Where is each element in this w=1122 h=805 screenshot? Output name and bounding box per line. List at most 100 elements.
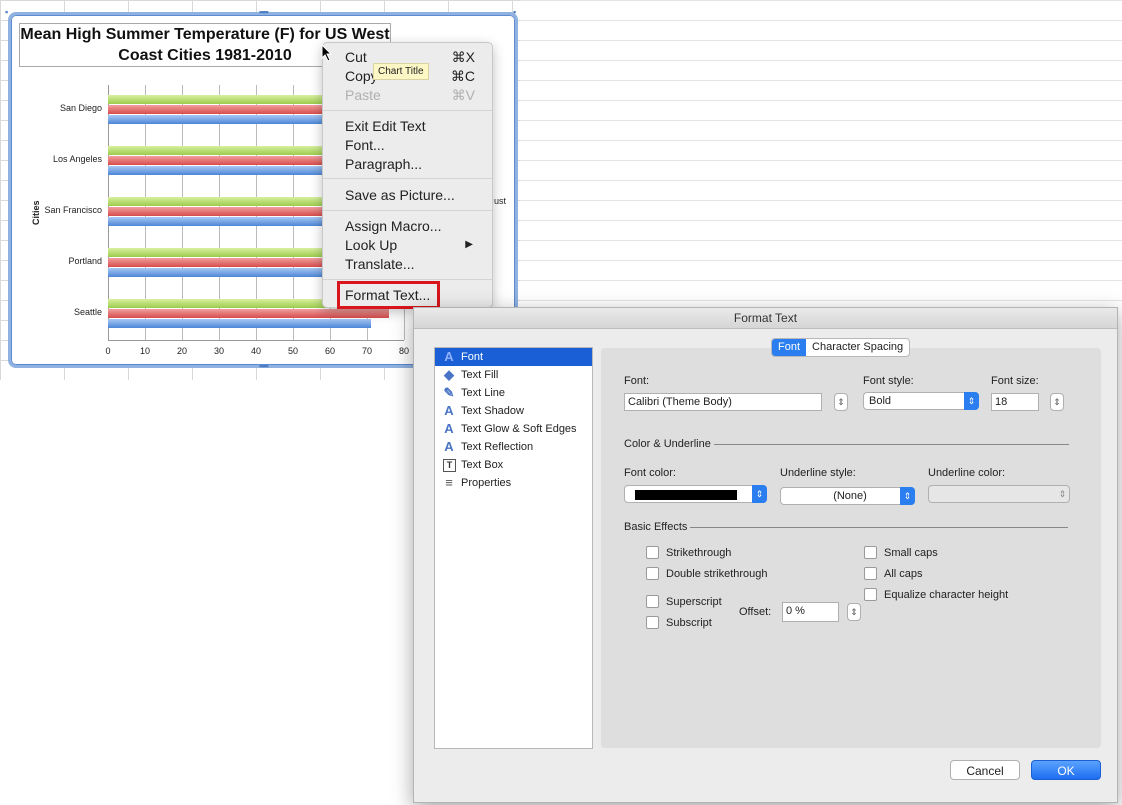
text-shadow-icon: A [444, 403, 454, 418]
bar-green [108, 197, 330, 206]
x-tick-label: 50 [287, 346, 298, 356]
equalize-height-checkbox[interactable]: Equalize character height [864, 588, 1008, 601]
sidebar-list: A Font ◆ Text Fill ✎ Text Line A Text Shadow… [434, 347, 593, 749]
sidebar-item-text-box[interactable]: T Text Box [435, 456, 592, 474]
bar-green [108, 146, 330, 155]
menu-item-save-as-picture[interactable]: Save as Picture... [345, 185, 485, 205]
font-color-select[interactable]: ⇕ [624, 485, 767, 503]
tooltip: Chart Title [373, 63, 429, 80]
bar-red [108, 156, 330, 165]
font-style-select[interactable]: Bold ⇕ [863, 392, 979, 410]
sidebar-item-text-fill[interactable]: ◆ Text Fill [435, 366, 592, 384]
section-divider [713, 443, 1069, 445]
resize-handle-bottom[interactable]: ▪▪▪▪ [259, 362, 269, 371]
menu-item-translate[interactable]: Translate... [345, 254, 485, 274]
menu-item-look-up[interactable]: Look Up ▶ [345, 235, 485, 255]
underline-style-select[interactable]: (None) ⇕ [780, 487, 915, 505]
spreadsheet-grid-right [520, 0, 1122, 305]
paint-bucket-icon: ◆ [444, 367, 454, 382]
category-label: San Francisco [44, 205, 102, 215]
resize-handle-top[interactable]: ▪▪▪▪ [259, 8, 269, 17]
sidebar-item-text-reflection[interactable]: A Text Reflection [435, 438, 592, 456]
mouse-cursor-icon [321, 44, 333, 62]
highlight-annotation-box [337, 281, 440, 309]
underline-color-select: ⇕ [928, 485, 1070, 503]
offset-stepper[interactable]: ⇕ [847, 603, 861, 621]
text-glow-icon: A [444, 421, 454, 436]
small-caps-checkbox[interactable]: Small caps [864, 546, 938, 559]
font-size-stepper[interactable]: ⇕ [1050, 393, 1064, 411]
sidebar-item-text-glow[interactable]: A Text Glow & Soft Edges [435, 420, 592, 438]
font-input[interactable]: Calibri (Theme Body) [624, 393, 822, 411]
category-label: San Diego [59, 103, 102, 113]
bar-blue [108, 166, 330, 175]
bar-green [108, 95, 330, 104]
x-tick-label: 60 [324, 346, 335, 356]
menu-separator [323, 178, 492, 179]
section-divider [690, 526, 1069, 528]
bar-blue [108, 268, 330, 277]
x-tick-label: 40 [250, 346, 261, 356]
sidebar-item-text-shadow[interactable]: A Text Shadow [435, 402, 592, 420]
legend-fragment: ust [494, 196, 507, 206]
bar-green [108, 248, 330, 257]
bar-blue [108, 217, 330, 226]
menu-item-assign-macro[interactable]: Assign Macro... [345, 216, 485, 236]
basic-effects-section: Basic Effects [624, 521, 1069, 533]
font-color-label: Font color: [624, 467, 676, 479]
shortcut-copy: ⌘C [450, 68, 475, 84]
double-strikethrough-checkbox[interactable]: Double strikethrough [646, 567, 768, 580]
ok-button[interactable]: OK [1031, 760, 1101, 780]
x-tick-label: 0 [105, 346, 111, 356]
offset-label: Offset: [739, 606, 772, 618]
x-tick-label: 80 [398, 346, 409, 356]
color-swatch [635, 490, 737, 500]
font-stepper[interactable]: ⇕ [834, 393, 848, 411]
menu-separator [323, 110, 492, 111]
x-tick-label: 20 [176, 346, 187, 356]
cancel-button[interactable]: Cancel [950, 760, 1020, 780]
bar-red [108, 309, 390, 318]
menu-item-paste: Paste ⌘V [345, 87, 475, 103]
font-size-label: Font size: [991, 375, 1039, 387]
select-arrow-icon: ⇕ [964, 392, 979, 410]
select-arrow-icon: ⇕ [900, 487, 915, 505]
bar-blue [108, 115, 330, 124]
shortcut-cut: ⌘X [451, 49, 475, 65]
sidebar-item-font[interactable]: A Font [435, 348, 592, 366]
submenu-arrow-icon: ▶ [465, 239, 473, 250]
x-axis-line [108, 340, 404, 341]
category-label: Seattle [73, 307, 102, 317]
strikethrough-checkbox[interactable]: Strikethrough [646, 546, 731, 559]
font-icon: A [444, 349, 454, 364]
offset-input[interactable]: 0 % [782, 602, 839, 622]
text-box-icon: T [443, 459, 456, 472]
menu-separator [323, 279, 492, 280]
menu-item-exit-edit-text[interactable]: Exit Edit Text [345, 116, 485, 136]
font-size-input[interactable]: 18 [991, 393, 1039, 411]
sidebar-item-text-line[interactable]: ✎ Text Line [435, 384, 592, 402]
shortcut-paste: ⌘V [451, 87, 475, 103]
properties-icon: ≡ [445, 475, 453, 490]
sidebar-item-properties[interactable]: ≡ Properties [435, 474, 592, 492]
menu-item-font[interactable]: Font... [345, 135, 485, 155]
underline-style-label: Underline style: [780, 467, 856, 479]
bar-green [108, 299, 330, 308]
format-text-dialog: Format Text A Font ◆ Text Fill ✎ Text Line … [413, 307, 1118, 803]
category-label: Portland [68, 256, 102, 266]
bar-red [108, 258, 330, 267]
bar-red [108, 105, 330, 114]
tab-font[interactable]: Font [772, 339, 807, 356]
category-label: Los Angeles [52, 154, 102, 164]
subscript-checkbox[interactable]: Subscript [646, 616, 712, 629]
resize-handle-tr[interactable]: ▪ [513, 8, 516, 17]
tab-character-spacing[interactable]: Character Spacing [806, 339, 909, 356]
all-caps-checkbox[interactable]: All caps [864, 567, 923, 580]
resize-handle-tl[interactable]: ▪ [5, 8, 8, 17]
superscript-checkbox[interactable]: Superscript [646, 595, 722, 608]
font-style-label: Font style: [863, 375, 914, 387]
menu-separator [323, 210, 492, 211]
x-tick-label: 10 [139, 346, 150, 356]
text-reflection-icon: A [444, 439, 454, 454]
menu-item-paragraph[interactable]: Paragraph... [345, 154, 485, 174]
